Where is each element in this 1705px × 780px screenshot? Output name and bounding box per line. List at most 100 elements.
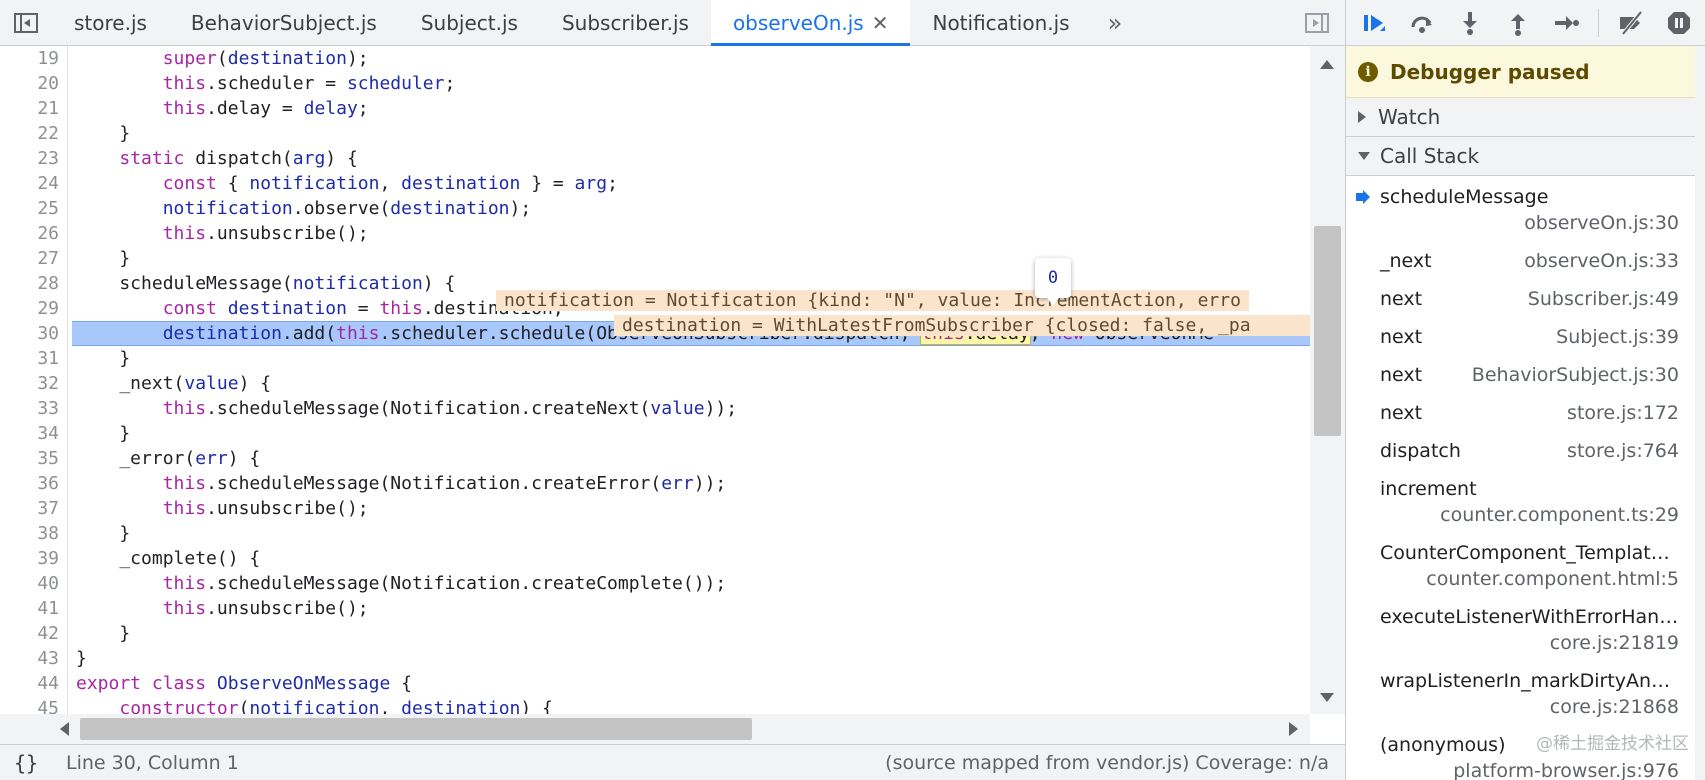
line-number[interactable]: 44 [0,671,68,696]
pause-on-exceptions-icon[interactable] [1663,7,1695,39]
code-line[interactable]: 22 } [0,121,1310,146]
step-icon[interactable] [1550,7,1582,39]
code-line[interactable]: 38 } [0,521,1310,546]
watch-section-header[interactable]: Watch [1346,98,1705,137]
line-number[interactable]: 38 [0,521,68,546]
tab-behaviorsubject-js[interactable]: BehaviorSubject.js [169,0,399,45]
code-line[interactable]: 24 const { notification, destination } =… [0,171,1310,196]
toggle-navigator-icon[interactable] [0,0,52,45]
resume-icon[interactable] [1358,7,1390,39]
call-frame[interactable]: increment counter.component.ts:29 [1346,470,1705,534]
more-tabs-icon[interactable]: » [1092,0,1139,45]
line-number[interactable]: 26 [0,221,68,246]
step-out-icon[interactable] [1502,7,1534,39]
frame-location[interactable]: store.js:764 [1567,440,1679,462]
line-number[interactable]: 36 [0,471,68,496]
code-line[interactable]: 45 constructor(notification, destination… [0,696,1310,714]
frame-location[interactable]: core.js:21868 [1380,694,1679,720]
tab-notification-js[interactable]: Notification.js [910,0,1091,45]
editor-horizontal-scrollbar[interactable] [0,714,1310,744]
toggle-debugger-icon[interactable] [1289,0,1345,45]
code-line[interactable]: 34 } [0,421,1310,446]
call-frame[interactable]: dispatch store.js:764 [1346,432,1705,470]
code-line[interactable]: 44 export class ObserveOnMessage { [0,671,1310,696]
tab-store-js[interactable]: store.js [52,0,169,45]
code-line[interactable]: 42 } [0,621,1310,646]
frame-location[interactable]: platform-browser.js:976 [1380,758,1679,780]
call-frame[interactable]: wrapListenerIn_markDirtyAnd… core.js:2186… [1346,662,1705,726]
line-number[interactable]: 41 [0,596,68,621]
line-number[interactable]: 30 [0,321,68,346]
call-frame[interactable]: next Subscriber.js:49 [1346,280,1705,318]
line-number[interactable]: 28 [0,271,68,296]
scroll-down-icon[interactable] [1320,693,1334,702]
call-stack-section-header[interactable]: Call Stack [1346,137,1705,176]
frame-location[interactable]: BehaviorSubject.js:30 [1472,364,1679,386]
code-line[interactable]: 33 this.scheduleMessage(Notification.cre… [0,396,1310,421]
call-frame[interactable]: next BehaviorSubject.js:30 [1346,356,1705,394]
tab-subject-js[interactable]: Subject.js [399,0,540,45]
line-number[interactable]: 23 [0,146,68,171]
line-number[interactable]: 37 [0,496,68,521]
call-frame[interactable]: next store.js:172 [1346,394,1705,432]
line-number[interactable]: 31 [0,346,68,371]
code-line[interactable]: 35 _error(err) { [0,446,1310,471]
pretty-print-icon[interactable]: {} [0,751,52,775]
step-into-icon[interactable] [1454,7,1486,39]
code-line[interactable]: 21 this.delay = delay; [0,96,1310,121]
line-number[interactable]: 32 [0,371,68,396]
code-editor[interactable]: 19 super(destination); 20 this.scheduler … [0,46,1310,714]
frame-location[interactable]: store.js:172 [1567,402,1679,424]
sidebar-scrollbar[interactable] [1695,46,1705,780]
frame-location[interactable]: counter.component.ts:29 [1380,502,1679,528]
frame-location[interactable]: counter.component.html:5 [1380,566,1679,592]
code-line[interactable]: 37 this.unsubscribe(); [0,496,1310,521]
line-number[interactable]: 24 [0,171,68,196]
line-number[interactable]: 20 [0,71,68,96]
close-tab-icon[interactable]: ✕ [872,11,889,35]
code-line[interactable]: 27 } [0,246,1310,271]
line-number[interactable]: 21 [0,96,68,121]
line-number[interactable]: 19 [0,46,68,71]
code-line[interactable]: 20 this.scheduler = scheduler; [0,71,1310,96]
line-number[interactable]: 22 [0,121,68,146]
call-frame[interactable]: scheduleMessage observeOn.js:30 [1346,180,1705,242]
call-frame[interactable]: executeListenerWithErrorHan… core.js:2181… [1346,598,1705,662]
line-number[interactable]: 34 [0,421,68,446]
code-line[interactable]: 19 super(destination); [0,46,1310,71]
frame-location[interactable]: observeOn.js:33 [1524,250,1679,272]
editor-vertical-scrollbar[interactable] [1310,46,1345,714]
code-line[interactable]: 31 } [0,346,1310,371]
line-number[interactable]: 35 [0,446,68,471]
frame-location[interactable]: observeOn.js:30 [1380,210,1679,236]
scroll-up-icon[interactable] [1320,60,1334,69]
tab-subscriber-js[interactable]: Subscriber.js [540,0,711,45]
code-line[interactable]: 32 _next(value) { [0,371,1310,396]
scroll-left-icon[interactable] [60,722,69,736]
tab-observeon-js[interactable]: observeOn.js ✕ [710,0,911,46]
scroll-thumb[interactable] [1314,226,1341,436]
code-line[interactable]: 40 this.scheduleMessage(Notification.cre… [0,571,1310,596]
scroll-right-icon[interactable] [1289,722,1298,736]
line-number[interactable]: 43 [0,646,68,671]
deactivate-breakpoints-icon[interactable] [1615,7,1647,39]
call-frame[interactable]: _next observeOn.js:33 [1346,242,1705,280]
line-number[interactable]: 45 [0,696,68,714]
call-frame[interactable]: CounterComponent_Template… counter.compon… [1346,534,1705,598]
frame-location[interactable]: Subscriber.js:49 [1528,288,1679,310]
code-line[interactable]: 25 notification.observe(destination); [0,196,1310,221]
frame-location[interactable]: core.js:21819 [1380,630,1679,656]
line-number[interactable]: 40 [0,571,68,596]
code-line[interactable]: 23 static dispatch(arg) { [0,146,1310,171]
line-number[interactable]: 42 [0,621,68,646]
code-line[interactable]: 39 _complete() { [0,546,1310,571]
line-number[interactable]: 27 [0,246,68,271]
code-line[interactable]: 26 this.unsubscribe(); [0,221,1310,246]
code-line[interactable]: 36 this.scheduleMessage(Notification.cre… [0,471,1310,496]
code-line[interactable]: 41 this.unsubscribe(); [0,596,1310,621]
code-line[interactable]: 43} [0,646,1310,671]
line-number[interactable]: 25 [0,196,68,221]
line-number[interactable]: 29 [0,296,68,321]
line-number[interactable]: 39 [0,546,68,571]
frame-location[interactable]: Subject.js:39 [1556,326,1679,348]
